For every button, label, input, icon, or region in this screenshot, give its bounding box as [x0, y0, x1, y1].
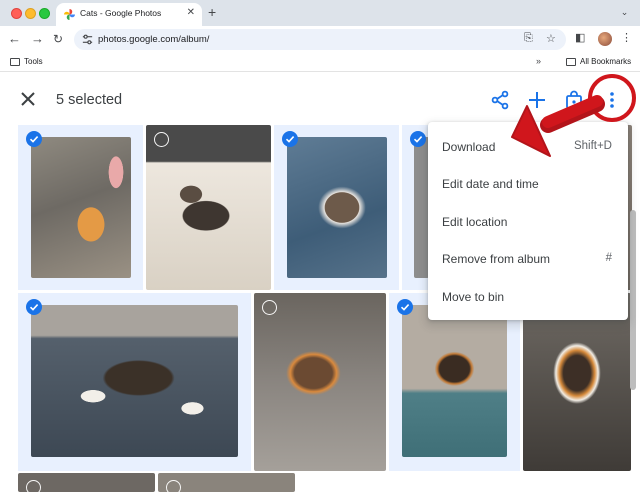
- window-minimize-dot[interactable]: [25, 8, 36, 19]
- cat-photo: [31, 137, 131, 278]
- share-icon[interactable]: [490, 90, 510, 110]
- photo-tile-selected[interactable]: [402, 125, 429, 290]
- install-app-icon[interactable]: ⎘: [524, 32, 533, 45]
- photo-tile-selected[interactable]: [18, 125, 143, 290]
- side-panel-icon[interactable]: ◧: [575, 31, 585, 44]
- selected-check-icon[interactable]: [26, 131, 42, 147]
- annotation-circle: [588, 74, 636, 122]
- selected-count: 5 selected: [56, 92, 123, 108]
- menu-item-shortcut: Shift+D: [573, 140, 612, 152]
- select-circle-icon[interactable]: [26, 480, 41, 492]
- selected-check-icon[interactable]: [410, 131, 426, 147]
- tab-title: Cats - Google Photos: [80, 8, 162, 18]
- close-icon[interactable]: [19, 90, 37, 108]
- cat-photo: [414, 137, 429, 278]
- more-options-menu: Download Shift+D Edit date and time Edit…: [428, 122, 628, 320]
- reload-icon[interactable]: ↻: [53, 31, 63, 47]
- back-arrow-icon[interactable]: ←: [8, 31, 21, 47]
- page-scrollbar[interactable]: [630, 210, 636, 390]
- bookmarks-bar: Tools » All Bookmarks: [0, 53, 640, 72]
- menu-item-label: Download: [442, 140, 496, 154]
- tab-strip: Cats - Google Photos ✕ + ⌄: [0, 0, 640, 26]
- selected-check-icon[interactable]: [26, 299, 42, 315]
- select-circle-icon[interactable]: [166, 480, 181, 492]
- menu-item-shortcut: #: [605, 252, 612, 265]
- site-settings-icon[interactable]: [81, 33, 94, 46]
- cat-photo: [254, 293, 386, 471]
- tab-search-chevron-icon[interactable]: ⌄: [617, 5, 632, 20]
- add-icon[interactable]: [527, 90, 547, 110]
- window-zoom-dot[interactable]: [39, 8, 50, 19]
- browser-menu-icon[interactable]: ⋮: [621, 31, 632, 44]
- shopping-bag-icon[interactable]: [564, 90, 584, 110]
- new-tab-plus-icon[interactable]: +: [208, 4, 216, 20]
- cat-photo: [402, 305, 507, 457]
- google-photos-favicon-icon: [64, 9, 75, 20]
- photo-tile-selected[interactable]: [18, 293, 251, 471]
- menu-item-move-to-bin[interactable]: Move to bin: [428, 278, 628, 315]
- menu-item-label: Edit date and time: [442, 177, 539, 192]
- folder-icon: [566, 58, 576, 66]
- selected-check-icon[interactable]: [282, 131, 298, 147]
- photo-tile[interactable]: [146, 125, 271, 290]
- selected-check-icon[interactable]: [397, 299, 413, 315]
- address-bar[interactable]: photos.google.com/album/ ⎘ ☆: [74, 29, 566, 50]
- folder-icon: [10, 58, 20, 66]
- menu-item-download[interactable]: Download Shift+D: [428, 128, 628, 165]
- cat-photo: [287, 137, 387, 278]
- url-text: photos.google.com/album/: [98, 34, 210, 45]
- menu-item-edit-location[interactable]: Edit location: [428, 203, 628, 240]
- photo-tile[interactable]: [254, 293, 386, 471]
- menu-item-edit-date-and-time[interactable]: Edit date and time: [428, 165, 628, 202]
- photo-tile[interactable]: [158, 473, 295, 492]
- browser-tab-active[interactable]: Cats - Google Photos ✕: [56, 3, 202, 26]
- menu-item-label: Move to bin: [442, 289, 505, 304]
- tab-close-icon[interactable]: ✕: [187, 7, 195, 18]
- menu-item-remove-from-album[interactable]: Remove from album #: [428, 240, 628, 277]
- cat-photo: [146, 125, 271, 290]
- select-circle-icon[interactable]: [262, 300, 277, 315]
- profile-avatar[interactable]: [598, 32, 612, 46]
- bookmark-all-bookmarks[interactable]: All Bookmarks: [580, 57, 631, 66]
- photo-tile-selected[interactable]: [274, 125, 399, 290]
- forward-arrow-icon[interactable]: →: [31, 31, 44, 47]
- menu-item-label: Remove from album: [442, 252, 551, 267]
- cat-photo: [31, 305, 238, 457]
- bookmark-star-icon[interactable]: ☆: [546, 32, 556, 45]
- select-circle-icon[interactable]: [154, 132, 169, 147]
- bookmarks-overflow-chevron-icon[interactable]: »: [536, 56, 541, 66]
- browser-toolbar: ← → ↻ photos.google.com/album/ ⎘ ☆ ◧ ⋮: [0, 26, 640, 53]
- photo-tile[interactable]: [18, 473, 155, 492]
- menu-item-label: Edit location: [442, 214, 508, 229]
- selection-bar: 5 selected: [0, 73, 640, 129]
- bookmark-tools[interactable]: Tools: [24, 57, 43, 66]
- window-close-dot[interactable]: [11, 8, 22, 19]
